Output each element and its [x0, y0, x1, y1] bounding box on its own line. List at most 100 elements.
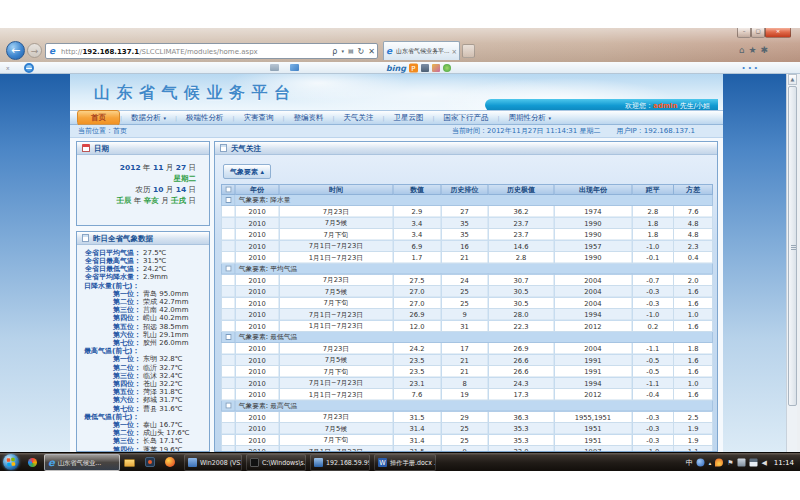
data-row[interactable]: 20107月23日24.21726.92004-1.11.8: [222, 343, 713, 355]
stat-label: 全省日最高气温：: [77, 256, 141, 264]
tray-network-icon[interactable]: [749, 459, 757, 467]
checkbox-icon[interactable]: [225, 334, 231, 340]
data-row[interactable]: 20107月1日~7月23日26.9928.01994-1.01.0: [222, 309, 713, 321]
browser2-icon[interactable]: [164, 456, 177, 469]
data-row[interactable]: 20107月23日27.52430.72004-0.72.0: [222, 274, 713, 286]
tray-display-icon[interactable]: [737, 459, 745, 467]
checkbox-icon[interactable]: [225, 197, 231, 203]
tray-flag-icon[interactable]: ⚑: [727, 459, 733, 467]
scrollbar-thumb[interactable]: [788, 86, 797, 406]
toolbar-globe-icon[interactable]: [443, 64, 451, 72]
taskbar-task-ie[interactable]: e山东省气候业...: [44, 454, 120, 471]
group-row[interactable]: 气象要素: 最低气温: [222, 332, 713, 343]
favorites-icon[interactable]: ★: [748, 44, 756, 55]
date-line-0: 2012 年 11 月 27 日: [77, 162, 196, 173]
taskbar-task-word[interactable]: W操作手册.docx ...: [374, 454, 436, 471]
menu-item-3[interactable]: 灾害查询: [234, 113, 282, 123]
cell: 2010: [235, 217, 279, 229]
weather-panel-header: 天气关注: [215, 142, 717, 155]
tray-network-globe-icon[interactable]: [697, 459, 705, 467]
toolbar-overflow-icon[interactable]: •••: [742, 64, 760, 72]
report-icon: [82, 234, 89, 242]
cell: 35.3: [488, 423, 554, 435]
checkbox-icon[interactable]: [225, 187, 231, 193]
tray-flame-icon[interactable]: [715, 459, 723, 467]
toolbar-close-icon[interactable]: x: [6, 64, 10, 71]
taskbar-task-vm[interactable]: Win2008 (VS2...: [184, 454, 242, 471]
data-row[interactable]: 20107月下旬23.52126.61991-0.51.6: [222, 366, 713, 378]
data-row[interactable]: 20107月5候3.43523.719901.84.8: [222, 217, 713, 229]
data-row[interactable]: 20107月5候31.42535.31951-0.31.9: [222, 423, 713, 435]
group-row[interactable]: 气象要素: 降水量: [222, 195, 713, 206]
cell: 30.7: [488, 274, 554, 286]
browser-tab[interactable]: e 山东省气候业务平... ×: [383, 41, 460, 60]
forward-button[interactable]: →: [27, 43, 42, 58]
ime-indicator[interactable]: 中: [686, 458, 693, 467]
data-row[interactable]: 20107月下旬3.43523.719901.84.8: [222, 229, 713, 241]
data-row[interactable]: 20107月下旬31.42535.31951-0.31.9: [222, 434, 713, 446]
bing-logo[interactable]: bing: [386, 63, 406, 73]
data-row[interactable]: 20107月下旬27.02530.52004-0.31.6: [222, 297, 713, 309]
new-tab-button[interactable]: [462, 44, 475, 58]
compatibility-icon[interactable]: ▤: [348, 48, 354, 55]
data-row[interactable]: 20107月1日~7月23日23.1824.31994-1.11.0: [222, 377, 713, 389]
data-row[interactable]: 20101月1日~7月23日1.7212.81990-0.10.4: [222, 252, 713, 264]
menu-item-6[interactable]: 卫星云图: [385, 113, 433, 123]
toolbar-camera-icon[interactable]: [421, 64, 429, 72]
taskbar-clock[interactable]: 11:14: [774, 459, 794, 467]
window-maximize-button[interactable]: ▢: [751, 28, 765, 38]
search-icon[interactable]: ρ: [332, 46, 337, 56]
menu-item-8[interactable]: 周期性分析 ▾: [500, 113, 560, 123]
tray-expand-icon[interactable]: ▴: [709, 460, 712, 466]
send-icon[interactable]: [290, 64, 299, 71]
window-minimize-button[interactable]: –: [737, 28, 751, 38]
cell: 2010: [235, 377, 279, 389]
data-row[interactable]: 20107月5候23.52126.61991-0.51.6: [222, 354, 713, 366]
stop-icon[interactable]: ✕: [368, 46, 375, 56]
media-player-icon[interactable]: [144, 456, 157, 469]
toolbar-logo-icon[interactable]: [24, 63, 34, 73]
back-button[interactable]: ←: [6, 41, 25, 60]
data-row[interactable]: 20107月23日2.92736.219742.87.6: [222, 206, 713, 218]
gadget-icon[interactable]: [26, 456, 39, 469]
settings-icon[interactable]: ✱: [760, 44, 768, 55]
menu-item-0[interactable]: 首页: [77, 110, 120, 126]
cell: 36.3: [488, 411, 554, 423]
menu-item-7[interactable]: 国家下行产品: [435, 113, 498, 123]
toolbar-palette-icon[interactable]: [432, 64, 440, 72]
refresh-icon[interactable]: ↻: [358, 46, 365, 56]
window-close-button[interactable]: ×: [765, 28, 791, 38]
data-row[interactable]: 20107月5候27.02530.52004-0.31.6: [222, 286, 713, 298]
menu-item-5[interactable]: 天气关注: [335, 113, 383, 123]
group-row[interactable]: 气象要素: 最高气温: [222, 400, 713, 411]
data-row[interactable]: 20101月1日~7月23日12.03122.320120.21.6: [222, 320, 713, 332]
cell: -0.3: [632, 286, 674, 298]
rank-label: 第一位：: [77, 355, 141, 363]
tray-volume-icon[interactable]: ◀: [761, 459, 766, 467]
browser-scrollbar[interactable]: ▲: [786, 74, 797, 452]
data-row[interactable]: 20107月1日~7月23日6.91614.61957-1.02.3: [222, 240, 713, 252]
explorer-icon[interactable]: [124, 456, 137, 469]
toolbar-p-icon[interactable]: P: [409, 63, 418, 72]
search-dropdown-icon[interactable]: ▾: [341, 48, 344, 54]
menu-item-1[interactable]: 数据分析 ▾: [122, 113, 175, 123]
rank-row: 第一位：青岛 95.0mm: [77, 289, 209, 297]
scroll-up-icon[interactable]: ▲: [788, 74, 797, 85]
taskbar-task-rdp[interactable]: 192.168.59.99...: [310, 454, 370, 471]
rank-label: 第六位：: [77, 396, 141, 404]
address-bar[interactable]: e http://192.168.137.1/SLCCLIMATE/module…: [45, 43, 378, 59]
menu-item-2[interactable]: 极端性分析: [177, 113, 233, 123]
home-icon[interactable]: ⌂: [739, 44, 745, 55]
checkbox-icon[interactable]: [225, 403, 231, 409]
row-select-cell: [222, 286, 236, 298]
start-button[interactable]: [3, 454, 19, 470]
data-row[interactable]: 20101月1日~7月23日7.61917.32012-0.41.6: [222, 389, 713, 401]
group-row[interactable]: 气象要素: 平均气温: [222, 263, 713, 274]
checkbox-icon[interactable]: [225, 266, 231, 272]
mail-icon[interactable]: [270, 64, 279, 71]
data-row[interactable]: 20107月23日31.52936.31955,1951-0.32.5: [222, 411, 713, 423]
element-filter-button[interactable]: 气象要素 ▴: [223, 164, 271, 179]
tab-close-icon[interactable]: ×: [452, 47, 457, 55]
menu-item-4[interactable]: 整编资料: [285, 113, 333, 123]
taskbar-task-cmd[interactable]: C:\Windows\s...: [246, 454, 306, 471]
